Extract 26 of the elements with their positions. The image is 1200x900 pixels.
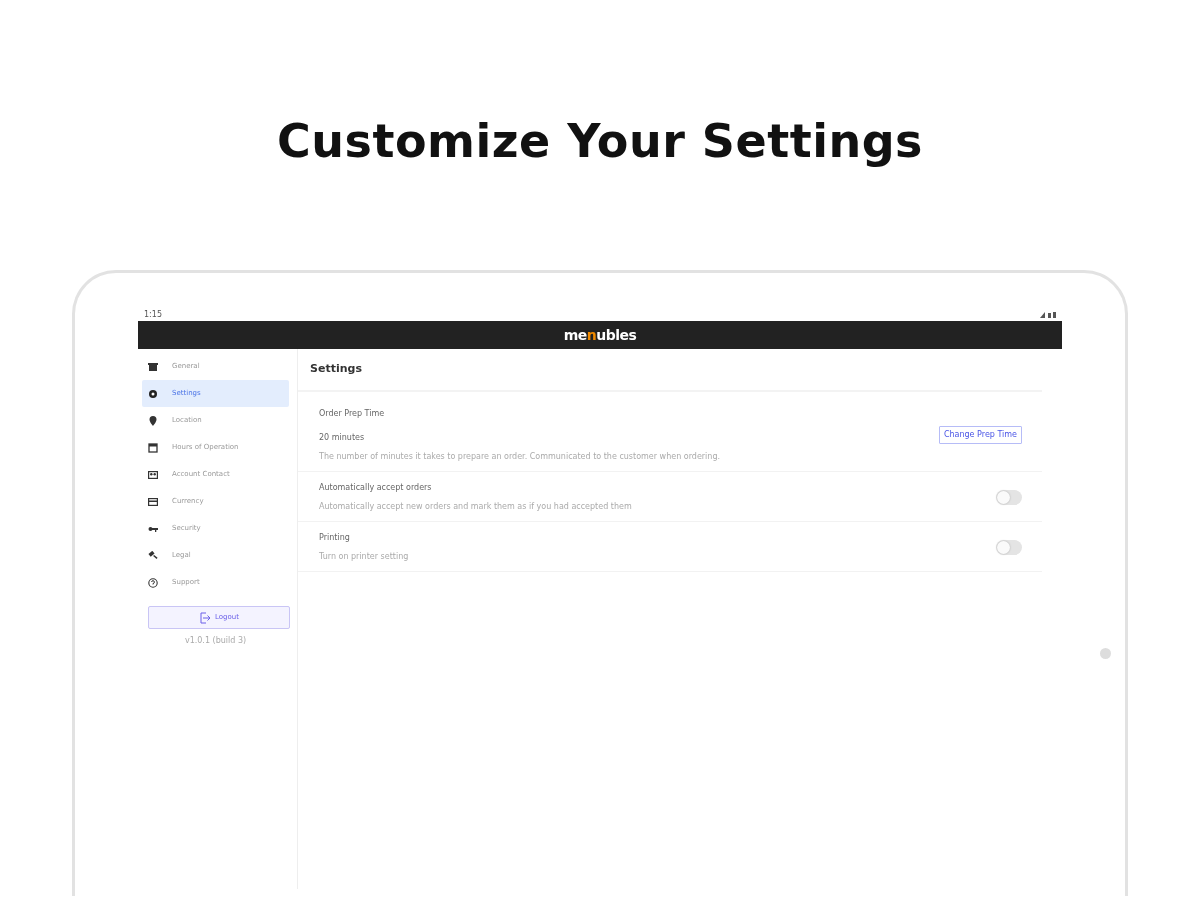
credit-card-icon [148,496,158,507]
signal-icon [1040,312,1056,318]
setting-description: Turn on printer setting [319,550,409,563]
contact-card-icon [148,469,158,480]
help-icon [148,577,158,588]
headline: Customize Your Settings [276,113,924,170]
change-button[interactable]: Change Prep Time [938,426,1022,444]
setting-title: Automatically accept orders [319,481,433,494]
settings-icon [148,388,158,399]
setting-description: Automatically accept new orders and mark them as if you had accepted them [319,500,632,513]
logo: menubles [563,325,637,345]
logout-icon [199,611,211,624]
toggle-switch[interactable] [996,489,1022,505]
setting-value: 20 minutes [319,431,366,444]
page-title: Settings [298,349,1042,392]
location-pin-icon [148,415,158,426]
setting-description: The number of minutes it takes to prepare an order. Communicated to the customer when ordering. [319,450,720,463]
version-text: v1.0.1 (build 3) [183,635,248,647]
setting-title: Order Prep Time [319,407,386,420]
store-icon [148,361,158,372]
gavel-icon [148,550,158,561]
toggle-switch[interactable] [996,539,1022,555]
calendar-icon [148,442,158,453]
status-time: 1:15 [144,309,162,321]
setting-title: Printing [319,531,351,544]
home-button[interactable] [1100,648,1111,659]
